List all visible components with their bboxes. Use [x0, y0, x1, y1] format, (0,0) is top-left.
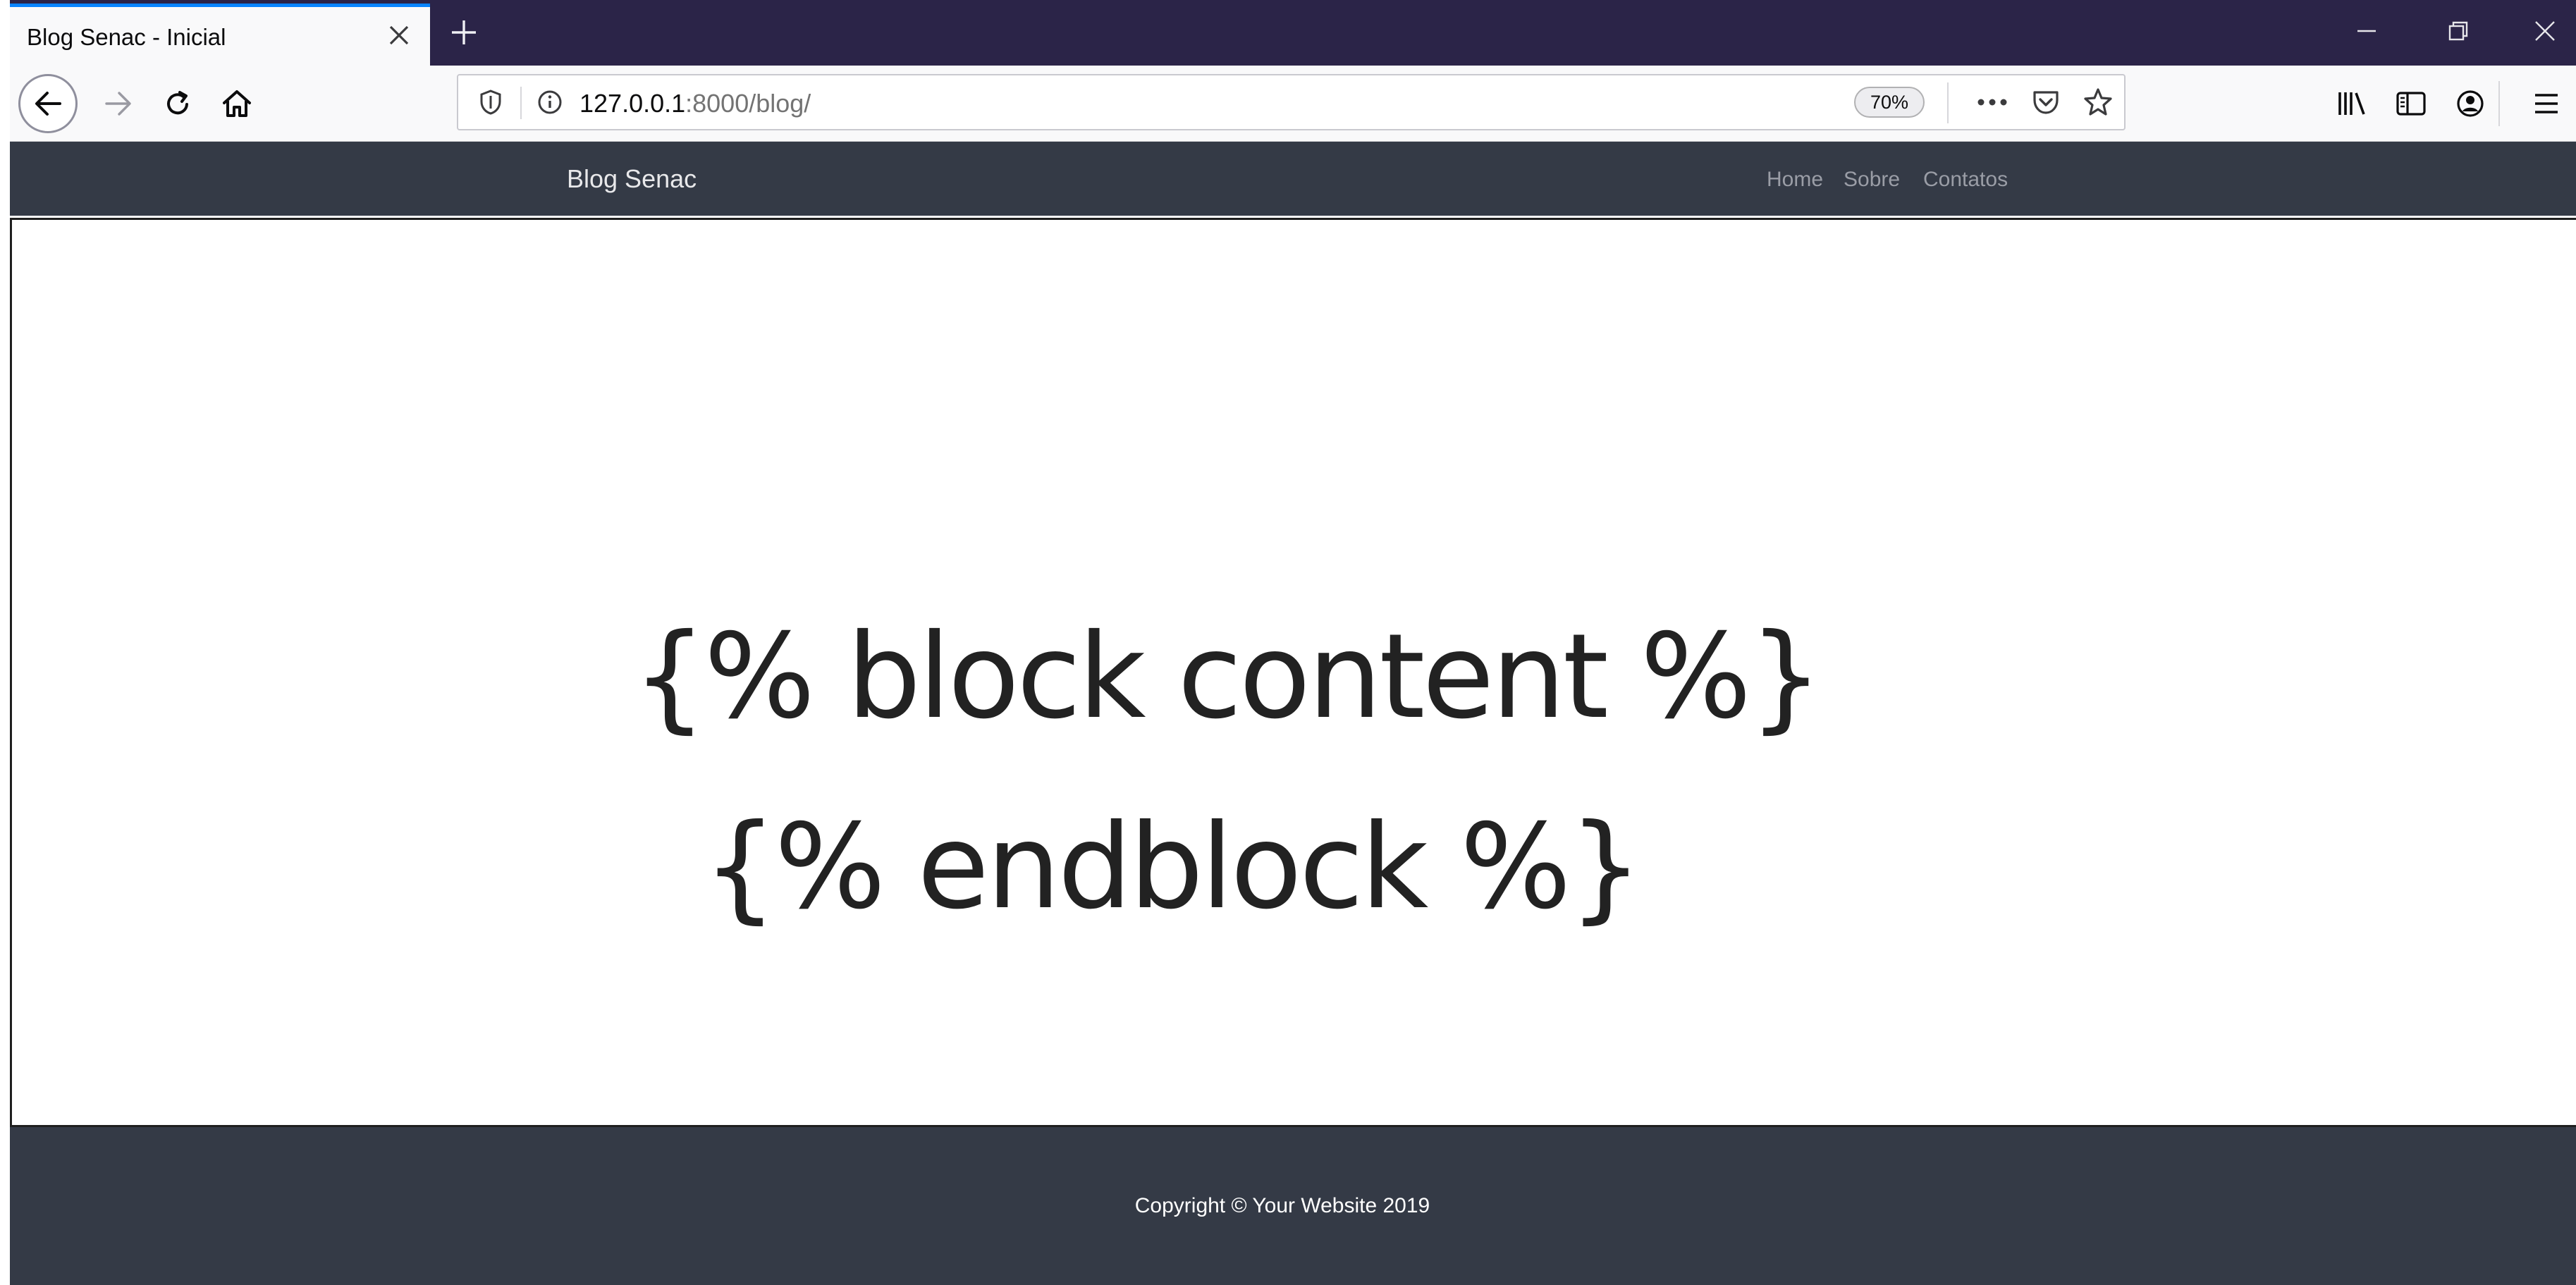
minimize-icon[interactable] [2345, 10, 2388, 52]
url-path: :8000/blog/ [685, 89, 811, 118]
page-viewport: Blog Senac Home Sobre Contatos {% block … [10, 142, 2576, 1285]
page-content: {% block content %} {% endblock %} [10, 218, 2576, 1127]
bookmark-star-icon[interactable] [2080, 84, 2116, 121]
site-navbar: Blog Senac Home Sobre Contatos [10, 142, 2576, 216]
tab-strip: Blog Senac - Inicial [10, 0, 2576, 66]
plus-icon[interactable] [444, 13, 484, 52]
nav-link-sobre[interactable]: Sobre [1844, 168, 1900, 192]
sidebar-icon[interactable] [2388, 81, 2434, 126]
url-text[interactable]: 127.0.0.1:8000/blog/ [579, 89, 811, 118]
copyright-text: Copyright © Your Website 2019 [1134, 1194, 1430, 1217]
url-divider [520, 87, 522, 119]
template-block-content: {% block content %} [632, 609, 1823, 745]
nav-link-home[interactable]: Home [1767, 168, 1823, 192]
site-footer: Copyright © Your Website 2019 [10, 1127, 2576, 1285]
account-icon[interactable] [2448, 81, 2493, 126]
nav-link-contatos[interactable]: Contatos [1923, 168, 2008, 192]
forward-arrow-icon[interactable] [93, 78, 144, 129]
tab-title: Blog Senac - Inicial [27, 24, 226, 50]
url-host: 127.0.0.1 [579, 89, 686, 118]
template-block-end: {% endblock %} [703, 799, 1643, 935]
browser-window: Blog Senac - Inicial 127.0.0.1:8000/blog… [10, 0, 2576, 1285]
footer-copyright-row: Copyright © Your Website 2019 [10, 1127, 2576, 1285]
info-icon[interactable] [532, 84, 568, 121]
url-divider [1947, 82, 1949, 123]
url-bar[interactable]: 127.0.0.1:8000/blog/ 70% [457, 74, 2126, 130]
zoom-level-badge[interactable]: 70% [1854, 87, 1925, 118]
reload-icon[interactable] [152, 78, 203, 129]
window-close-icon[interactable] [2524, 10, 2566, 52]
back-arrow-icon[interactable] [18, 74, 78, 133]
menu-icon[interactable] [2524, 81, 2569, 126]
navigation-toolbar: 127.0.0.1:8000/blog/ 70% [10, 66, 2576, 142]
tab-active[interactable]: Blog Senac - Inicial [10, 4, 430, 66]
toolbar-divider [2498, 81, 2500, 126]
home-icon[interactable] [211, 78, 262, 129]
restore-icon[interactable] [2437, 10, 2479, 52]
pocket-icon[interactable] [2028, 84, 2064, 121]
close-icon[interactable] [382, 18, 416, 52]
site-brand[interactable]: Blog Senac [567, 164, 697, 194]
page-actions-icon[interactable] [1974, 84, 2011, 121]
library-icon[interactable] [2329, 81, 2374, 126]
tracking-shield-icon[interactable] [472, 84, 509, 121]
